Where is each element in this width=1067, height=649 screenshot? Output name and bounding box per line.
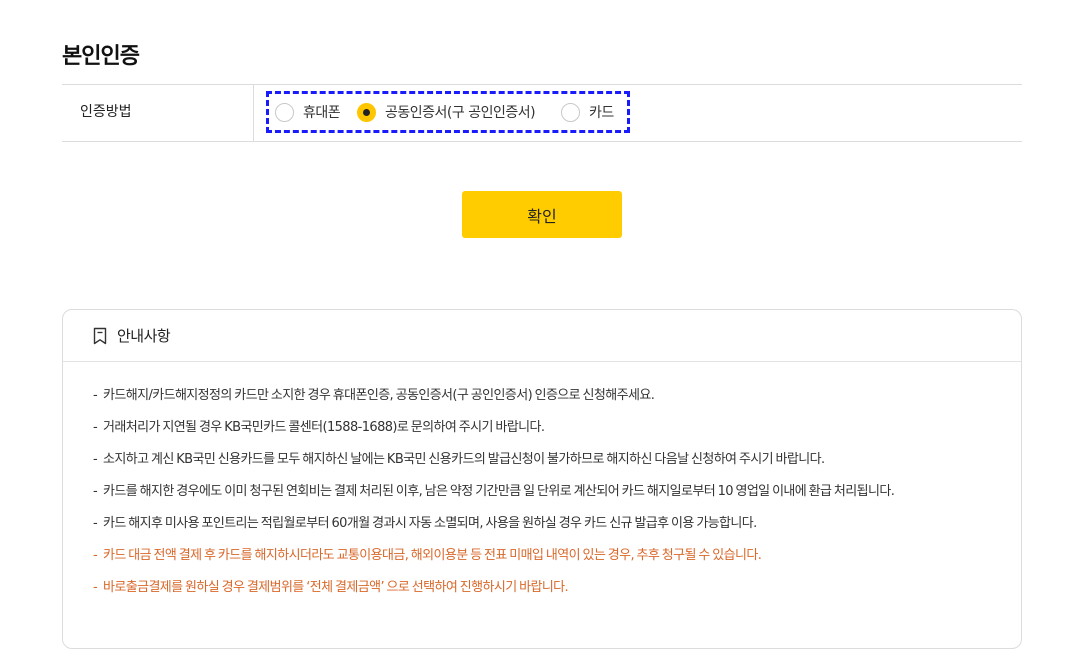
- notice-item-warning: 카드 대금 전액 결제 후 카드를 해지하시더라도 교통이용대금, 해외이용분 …: [93, 544, 993, 567]
- notice-title: 안내사항: [117, 327, 171, 345]
- notice-item-warning: 바로출금결제를 원하실 경우 결제범위를 ‘전체 결제금액’ 으로 선택하여 진…: [93, 576, 993, 599]
- radio-button-phone[interactable]: [275, 102, 294, 122]
- page-title: 본인인증: [62, 44, 140, 69]
- radio-selected-dot: [363, 108, 370, 116]
- notice-panel: 안내사항 카드해지/카드해지정정의 카드만 소지한 경우 휴대폰인증, 공동인증…: [62, 309, 1022, 649]
- notice-list: 카드해지/카드해지정정의 카드만 소지한 경우 휴대폰인증, 공동인증서(구 공…: [93, 384, 993, 608]
- notice-item: 소지하고 계신 KB국민 신용카드를 모두 해지하신 날에는 KB국민 신용카드…: [93, 448, 993, 471]
- notice-header: 안내사항: [63, 310, 1021, 362]
- notice-item: 카드를 해지한 경우에도 이미 청구된 연회비는 결제 처리된 이후, 남은 약…: [93, 480, 993, 503]
- radio-option-card[interactable]: 카드: [561, 102, 614, 122]
- auth-method-label: 인증방법: [62, 85, 254, 141]
- radio-button-certificate[interactable]: [357, 102, 376, 122]
- auth-method-row: 인증방법 휴대폰 공동인증서(구 공인인증서) 카드: [62, 84, 1022, 142]
- radio-label-certificate[interactable]: 공동인증서(구 공인인증서): [385, 102, 536, 122]
- bookmark-icon: [92, 327, 108, 345]
- notice-item: 거래처리가 지연될 경우 KB국민카드 콜센터(1588-1688)로 문의하여…: [93, 416, 993, 439]
- radio-label-card[interactable]: 카드: [589, 102, 614, 122]
- radio-label-phone[interactable]: 휴대폰: [303, 102, 341, 122]
- notice-item: 카드 해지후 미사용 포인트리는 적립월로부터 60개월 경과시 자동 소멸되며…: [93, 512, 993, 535]
- auth-method-options: 휴대폰 공동인증서(구 공인인증서) 카드: [266, 91, 630, 133]
- radio-option-phone[interactable]: 휴대폰: [275, 102, 341, 122]
- notice-item: 카드해지/카드해지정정의 카드만 소지한 경우 휴대폰인증, 공동인증서(구 공…: [93, 384, 993, 407]
- radio-button-card[interactable]: [561, 102, 580, 122]
- radio-option-certificate[interactable]: 공동인증서(구 공인인증서): [357, 102, 536, 122]
- confirm-button[interactable]: 확인: [462, 191, 622, 238]
